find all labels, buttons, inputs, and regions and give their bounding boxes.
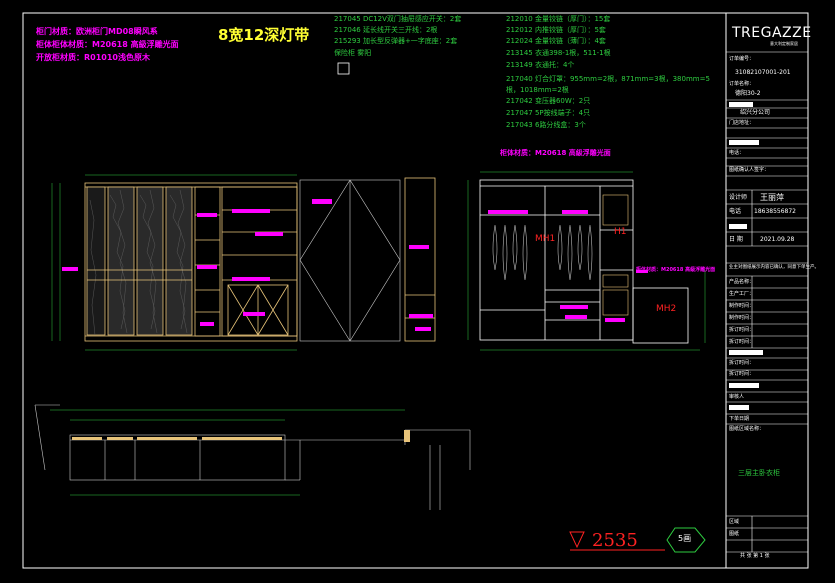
tb-row: 拆订时间： bbox=[729, 360, 755, 366]
date-value: 2021.09.28 bbox=[760, 236, 795, 243]
designer-label: 设计师 bbox=[729, 194, 748, 201]
note-body-material: 柜体柜体材质：M20618 高級浮雕光面 bbox=[36, 40, 179, 49]
redacted-block bbox=[729, 224, 747, 229]
note-open-material: 开放柜材质：R01010浅色原木 bbox=[36, 53, 150, 62]
redacted-block bbox=[729, 405, 749, 410]
confirm-text: 业主对图纸展示内容已确认，同意下单生产。 bbox=[729, 265, 819, 270]
company-logo: TREGAZZE bbox=[732, 25, 812, 41]
redacted-block bbox=[729, 383, 759, 388]
tb-row: 下单日期 bbox=[729, 416, 750, 422]
label-mh1: MH1 bbox=[535, 234, 556, 244]
phone-label: 电话 bbox=[729, 208, 742, 215]
parts-item: 213149 衣通托：4个 bbox=[506, 61, 575, 69]
section-material-note: 柜体材质：M20618 高級浮雕光面 bbox=[500, 149, 611, 157]
order-name-label: 订单名称： bbox=[729, 81, 755, 87]
plan-view bbox=[34, 404, 471, 510]
redacted-block bbox=[729, 350, 763, 355]
title-row: 图纸确认人签字： bbox=[729, 167, 770, 173]
label-h1: H1 bbox=[614, 227, 627, 237]
tb-row: 制作时间： bbox=[729, 315, 755, 321]
note-door-material: 柜门材质：欧洲柜门MD08瞬风系 bbox=[36, 27, 158, 36]
company-logo-sub: 意大利定制家居 bbox=[770, 41, 798, 46]
drawing-name: 三层主卧衣柜 bbox=[738, 469, 780, 477]
date-label: 日 期 bbox=[729, 236, 743, 243]
parts-item: 保险柜 雾阳 bbox=[334, 49, 372, 57]
tb-bottom: 区域 bbox=[729, 519, 740, 525]
order-no-label: 订单编号： bbox=[729, 56, 755, 62]
door-panels bbox=[86, 186, 193, 336]
parts-item: 215293 加长型反弹器+一字底座：2套 bbox=[334, 37, 458, 45]
parts-item: 217046 延长线开关三开线：2根 bbox=[334, 26, 438, 34]
tb-bottom: 图纸 bbox=[729, 531, 740, 537]
designer-phone: 18638556872 bbox=[754, 208, 796, 215]
parts-item: 212012 内推铰链（厚门）：5套 bbox=[506, 26, 606, 34]
tb-row: 拆订时间： bbox=[729, 327, 755, 333]
title-row: 门店地址： bbox=[729, 120, 755, 126]
parts-item: 217045 DC12V双门抽屉感应开关：2套 bbox=[334, 15, 462, 23]
designer-name: 王丽萍 bbox=[760, 193, 784, 202]
redacted-block bbox=[729, 140, 759, 145]
swing-doors bbox=[299, 179, 401, 342]
tb-row: 产品名称： bbox=[729, 279, 755, 285]
label-mh2: MH2 bbox=[656, 304, 677, 314]
order-no: 31082107001-201 bbox=[735, 69, 791, 76]
redacted-block bbox=[729, 102, 753, 107]
parts-item: 212024 金量铰链（薄门）：4套 bbox=[506, 37, 606, 45]
section-mark-label: 5画 bbox=[678, 534, 692, 543]
sheet-number: 共 张 第 1 张 bbox=[740, 553, 770, 559]
parts-item: 217042 变压器60W：2只 bbox=[506, 97, 591, 105]
tb-row: 审核人 bbox=[729, 394, 745, 400]
tb-row: 拆订时间： bbox=[729, 371, 755, 377]
parts-item: 213145 衣通398-1根，511-1根 bbox=[506, 49, 611, 57]
tb-row: 拆订时间： bbox=[729, 339, 755, 345]
tb-row: 制作时间： bbox=[729, 303, 755, 309]
order-name: 德阳30-2 bbox=[735, 90, 761, 97]
drawing-name-label: 图纸区域名称： bbox=[729, 426, 765, 432]
tb-row: 生产工厂： bbox=[729, 291, 755, 297]
parts-item: 217047 5P按线端子：4只 bbox=[506, 109, 591, 117]
title-row: 绍兴分公司 bbox=[740, 109, 771, 116]
parts-item: 212010 金量铰链（厚门）：15套 bbox=[506, 15, 611, 23]
parts-item: 217043 6路分线盒：3个 bbox=[506, 121, 586, 129]
parts-item: 217040 灯合灯罩：955mm=2根，871mm=3根，380mm=5根，1… bbox=[506, 75, 710, 94]
title-note: 8宽12深灯带 bbox=[218, 26, 310, 44]
section-material-note-small: 柜体材质：M20618 高級浮雕光面 bbox=[636, 267, 716, 273]
title-row: 电话： bbox=[729, 150, 745, 156]
level-value: 2535 bbox=[592, 530, 638, 551]
